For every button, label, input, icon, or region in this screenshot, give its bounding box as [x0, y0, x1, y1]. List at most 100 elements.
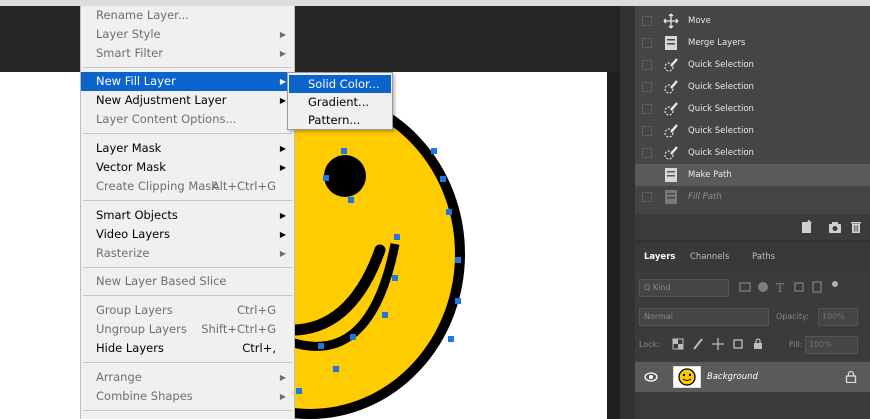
kind-filter-select[interactable]: Q Kind	[639, 279, 729, 297]
history-item-fill-path[interactable]: Fill Path	[635, 186, 870, 208]
smiley-thumbnail-icon	[678, 368, 696, 386]
menu-item-smart-filter[interactable]: Smart Filter ▶	[81, 44, 294, 63]
submenu-item-pattern[interactable]: Pattern...	[289, 111, 391, 129]
layers-panel-tabs: Layers Channels Paths	[635, 242, 870, 272]
filter-smart-object-icon[interactable]	[810, 280, 824, 294]
menu-item-group-layers[interactable]: Group Layers Ctrl+G	[81, 301, 294, 320]
menu-item-new-fill-layer[interactable]: New Fill Layer ▶	[81, 72, 294, 91]
filter-pixel-icon[interactable]	[738, 280, 752, 294]
history-panel[interactable]: Move Merge Layers Quick Selection Quick …	[635, 6, 870, 214]
fill-label: Fill:	[789, 340, 803, 349]
trash-icon[interactable]	[848, 219, 864, 235]
submenu-arrow-icon: ▶	[279, 144, 286, 153]
filter-type-icon[interactable]: T	[774, 280, 788, 294]
snapshot-checkbox[interactable]	[642, 60, 652, 70]
layer-name: Background	[707, 372, 758, 382]
history-item-make-path[interactable]: Make Path	[635, 164, 870, 186]
lock-artboard-icon[interactable]	[731, 337, 745, 351]
submenu-arrow-icon: ▶	[279, 392, 286, 401]
submenu-arrow-icon: ▶	[279, 230, 286, 239]
filter-toggle-icon[interactable]	[828, 280, 842, 294]
history-footer	[635, 214, 870, 240]
history-item-quick-selection[interactable]: Quick Selection	[635, 98, 870, 120]
opacity-input[interactable]: 100%	[818, 308, 858, 326]
layer-context-menu[interactable]: Rename Layer... Layer Style ▶ Smart Filte…	[80, 6, 295, 419]
camera-icon[interactable]	[827, 219, 843, 235]
blend-opacity-row: Normal Opacity: 100%	[635, 304, 870, 330]
menu-item-layer-content-options[interactable]: Layer Content Options...	[81, 110, 294, 129]
snapshot-checkbox[interactable]	[642, 104, 652, 114]
document-icon	[665, 168, 677, 182]
menu-item-combine-shapes[interactable]: Combine Shapes ▶	[81, 387, 294, 406]
submenu-arrow-icon: ▶	[279, 373, 286, 382]
filter-adjustment-icon[interactable]	[756, 280, 770, 294]
quick-selection-icon	[664, 58, 678, 72]
submenu-arrow-icon: ▶	[279, 249, 286, 258]
history-item-quick-selection[interactable]: Quick Selection	[635, 76, 870, 98]
eye-icon[interactable]	[644, 371, 658, 383]
menu-item-arrange[interactable]: Arrange ▶	[81, 368, 294, 387]
menu-separator	[83, 67, 292, 68]
menu-separator	[83, 267, 292, 268]
submenu-arrow-icon: ▶	[279, 77, 286, 86]
history-item-merge-layers[interactable]: Merge Layers	[635, 32, 870, 54]
tab-channels[interactable]: Channels	[690, 242, 729, 272]
menu-item-new-layer-based-slice[interactable]: New Layer Based Slice	[81, 272, 294, 291]
history-item-move[interactable]: Move	[635, 10, 870, 32]
layer-row-background[interactable]: Background	[635, 362, 870, 392]
blend-mode-select[interactable]: Normal	[639, 308, 769, 326]
menu-item-layer-style[interactable]: Layer Style ▶	[81, 25, 294, 44]
lock-icon	[845, 370, 857, 383]
history-item-quick-selection[interactable]: Quick Selection	[635, 54, 870, 76]
quick-selection-icon	[664, 80, 678, 94]
snapshot-checkbox[interactable]	[642, 38, 652, 48]
lock-fill-row: Lock: Fill: 100%	[635, 332, 870, 358]
lock-transparency-icon[interactable]	[671, 337, 685, 351]
lock-pixels-brush-icon[interactable]	[691, 337, 705, 351]
snapshot-checkbox[interactable]	[642, 126, 652, 136]
quick-selection-icon	[664, 146, 678, 160]
snapshot-checkbox[interactable]	[642, 148, 652, 158]
filter-shape-icon[interactable]	[792, 280, 806, 294]
menu-item-create-clipping-mask[interactable]: Create Clipping Mask Alt+Ctrl+G	[81, 177, 294, 196]
new-document-from-state-icon[interactable]	[799, 219, 815, 235]
tab-paths[interactable]: Paths	[752, 242, 775, 272]
new-fill-layer-submenu[interactable]: Solid Color... Gradient... Pattern...	[287, 72, 393, 130]
menu-item-new-adjustment-layer[interactable]: New Adjustment Layer ▶	[81, 91, 294, 110]
history-item-quick-selection[interactable]: Quick Selection	[635, 142, 870, 164]
canvas-edge	[607, 72, 620, 419]
menu-item-ungroup-layers[interactable]: Ungroup Layers Shift+Ctrl+G	[81, 320, 294, 339]
menu-item-hide-layers[interactable]: Hide Layers Ctrl+,	[81, 339, 294, 358]
submenu-arrow-icon: ▶	[279, 49, 286, 58]
document-icon	[665, 36, 677, 50]
menu-item-video-layers[interactable]: Video Layers ▶	[81, 225, 294, 244]
menu-item-layer-mask[interactable]: Layer Mask ▶	[81, 139, 294, 158]
menu-item-rename-layer[interactable]: Rename Layer...	[81, 6, 294, 25]
history-item-quick-selection[interactable]: Quick Selection	[635, 120, 870, 142]
menu-separator	[83, 362, 292, 363]
menu-separator	[83, 295, 292, 296]
menu-item-rasterize[interactable]: Rasterize ▶	[81, 244, 294, 263]
snapshot-checkbox[interactable]	[642, 16, 652, 26]
snapshot-checkbox[interactable]	[642, 192, 652, 202]
submenu-item-gradient[interactable]: Gradient...	[289, 93, 391, 111]
menu-separator	[83, 410, 292, 411]
lock-all-icon[interactable]	[751, 337, 765, 351]
submenu-arrow-icon: ▶	[279, 30, 286, 39]
svg-text:T: T	[776, 281, 784, 294]
menu-item-vector-mask[interactable]: Vector Mask ▶	[81, 158, 294, 177]
lock-label: Lock:	[639, 340, 660, 349]
fill-input[interactable]: 100%	[805, 336, 858, 354]
layer-filter-row: Q Kind T	[635, 275, 870, 301]
submenu-arrow-icon: ▶	[279, 163, 286, 172]
opacity-label: Opacity:	[776, 312, 809, 321]
snapshot-checkbox[interactable]	[642, 82, 652, 92]
submenu-item-solid-color[interactable]: Solid Color...	[289, 75, 391, 93]
snapshot-checkbox[interactable]	[642, 170, 652, 180]
tab-layers[interactable]: Layers	[644, 242, 675, 272]
menu-separator	[83, 133, 292, 134]
layer-thumbnail	[673, 366, 701, 388]
menu-item-smart-objects[interactable]: Smart Objects ▶	[81, 206, 294, 225]
quick-selection-icon	[664, 124, 678, 138]
lock-position-icon[interactable]	[711, 337, 725, 351]
